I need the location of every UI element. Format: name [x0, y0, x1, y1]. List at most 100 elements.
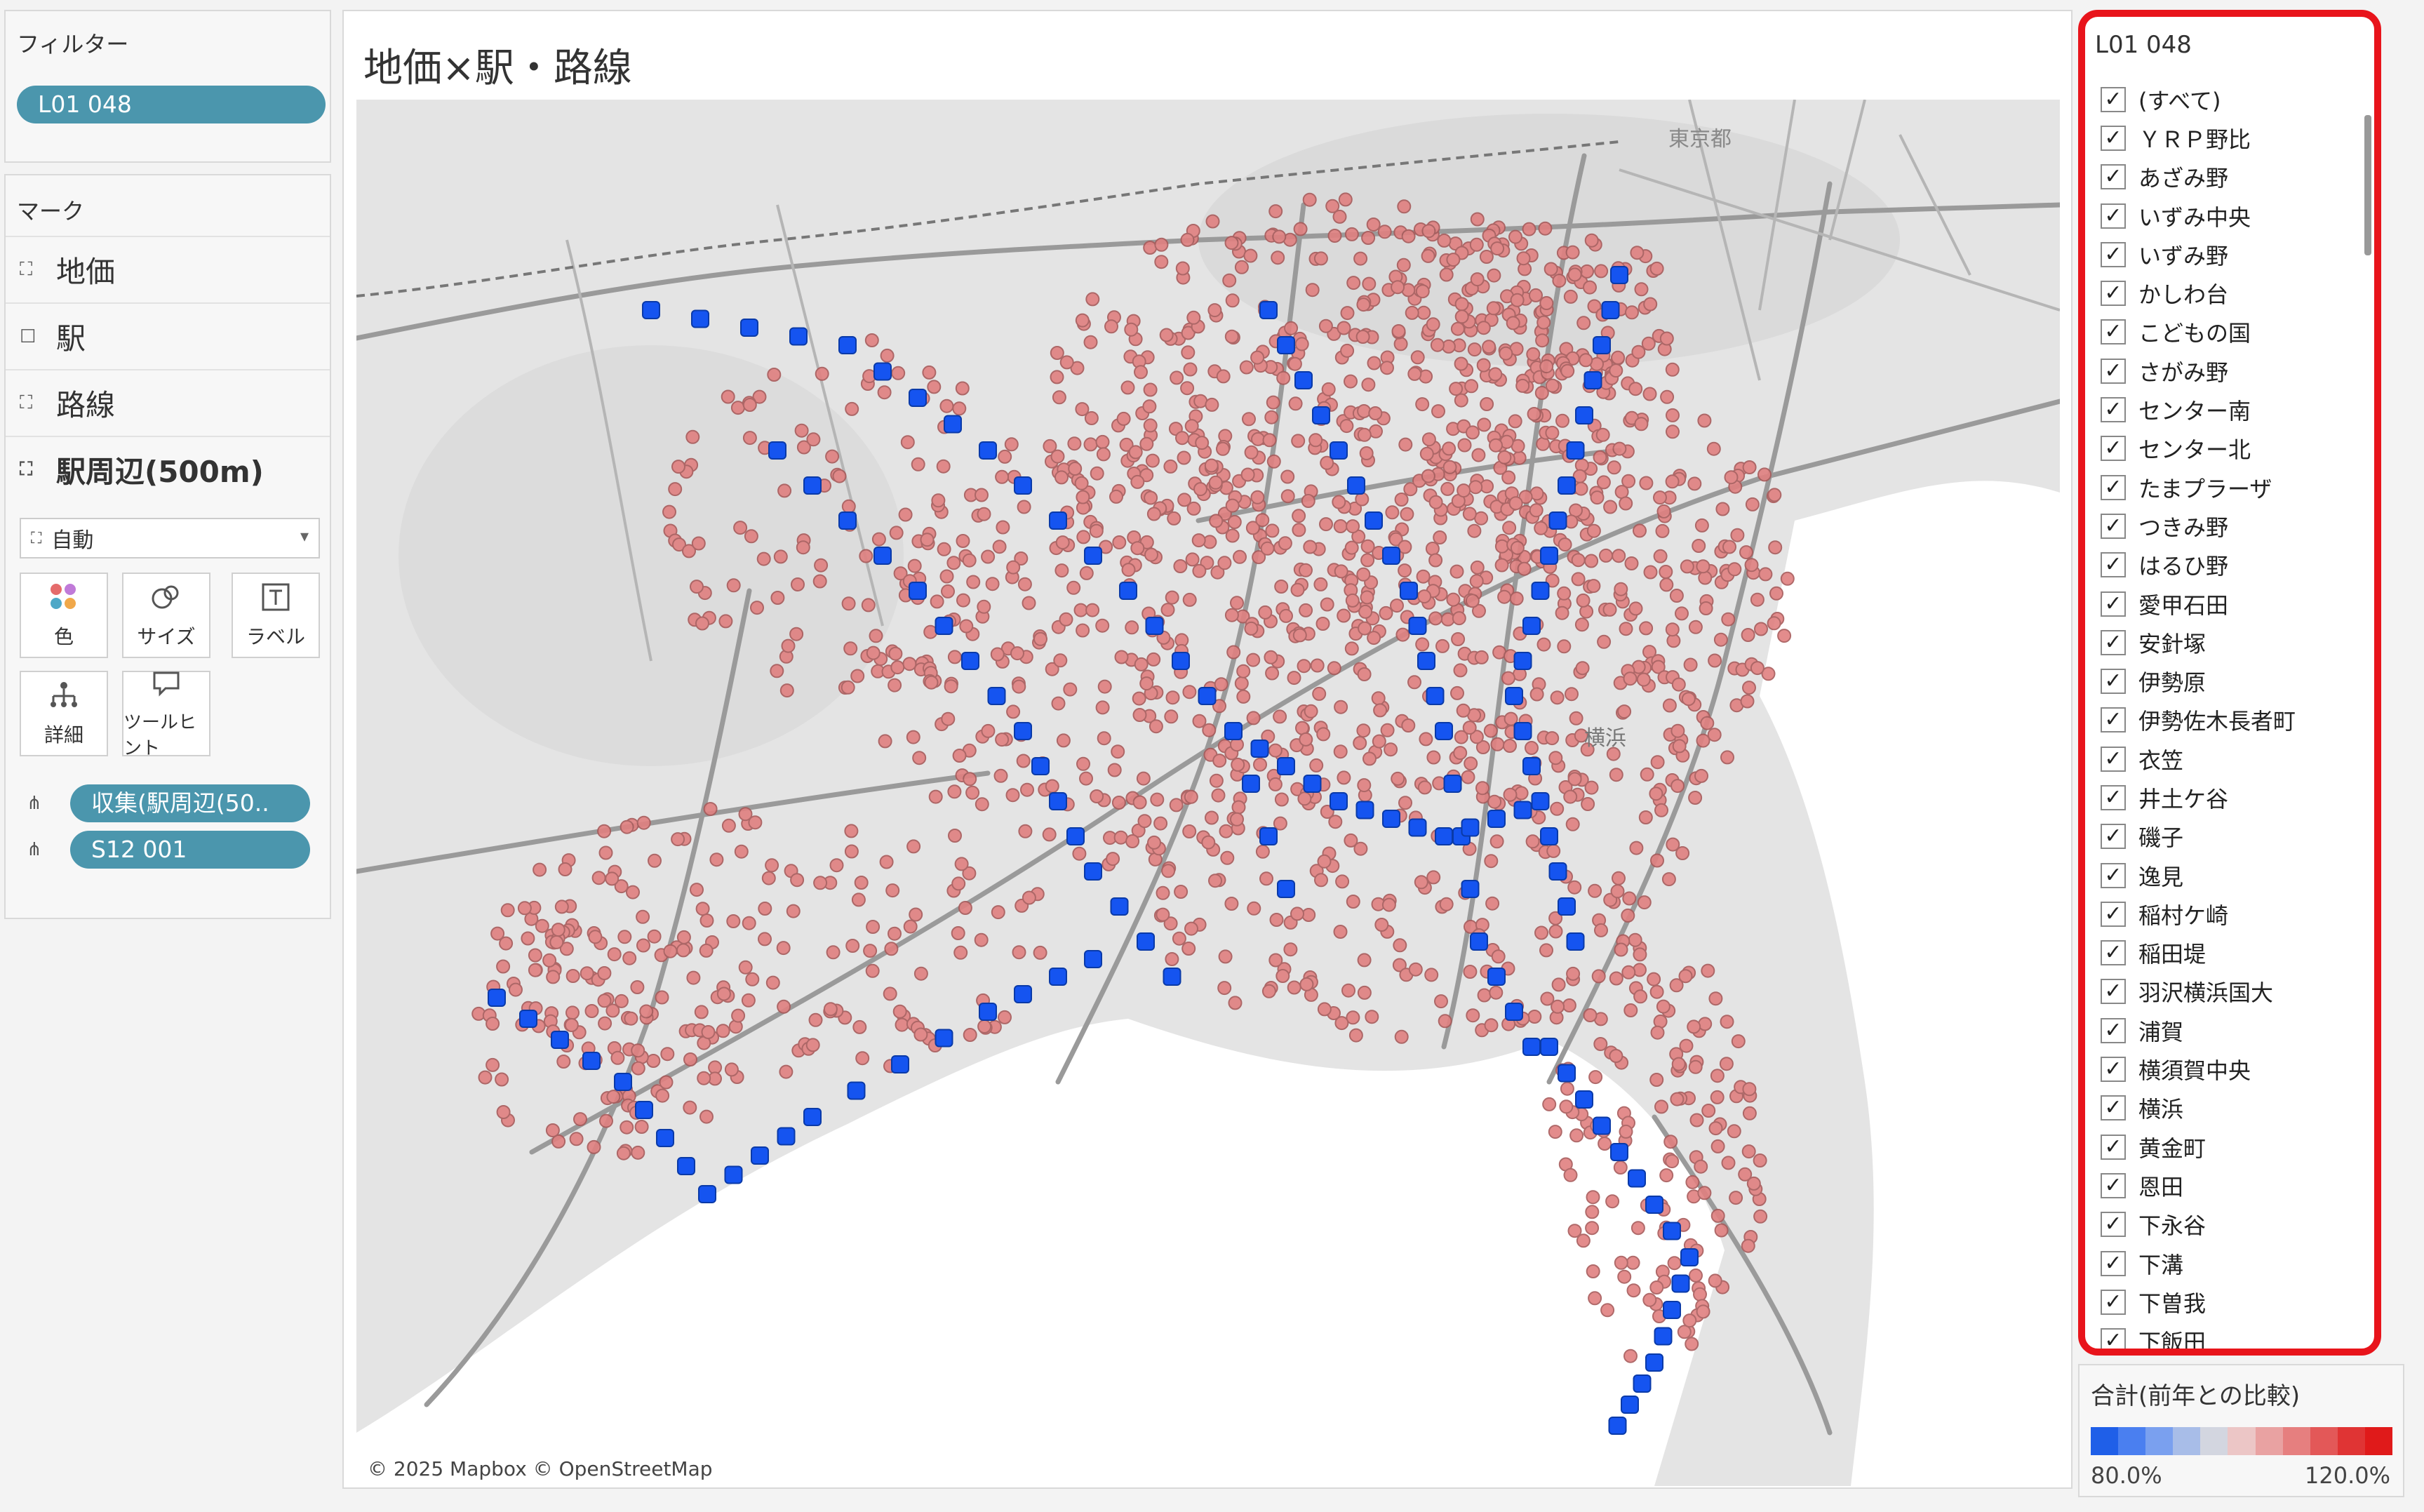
filter-list-item[interactable]: ✓ 下飯田	[2101, 1322, 2367, 1349]
map-view[interactable]: 東京都 横浜 © 2025 Mapbox © OpenStreetMap	[356, 100, 2060, 1486]
filter-list-item[interactable]: ✓ 安針塚	[2101, 623, 2367, 662]
filter-list-item[interactable]: ✓ 黄金町	[2101, 1128, 2367, 1166]
land-price-point	[1426, 870, 1441, 885]
checkbox-checked-icon[interactable]: ✓	[2101, 513, 2126, 539]
station-point	[1548, 511, 1567, 530]
marks-layer-station-area[interactable]: ⛶ 駅周辺(500m)	[6, 436, 330, 502]
land-price-point	[1379, 606, 1393, 620]
filter-list-item[interactable]: ✓ 羽沢横浜国大	[2101, 972, 2367, 1011]
checkbox-checked-icon[interactable]: ✓	[2101, 86, 2126, 112]
checkbox-checked-icon[interactable]: ✓	[2101, 358, 2126, 384]
marks-layer-line[interactable]: ⛶ 路線	[6, 369, 330, 436]
filter-list-item[interactable]: ✓ 衣笠	[2101, 740, 2367, 778]
checkbox-checked-icon[interactable]: ✓	[2101, 1289, 2126, 1315]
checkbox-checked-icon[interactable]: ✓	[2101, 436, 2126, 462]
filter-list-item[interactable]: ✓ 稲村ケ崎	[2101, 895, 2367, 933]
checkbox-checked-icon[interactable]: ✓	[2101, 979, 2126, 1005]
filter-list-item[interactable]: ✓ 伊勢原	[2101, 662, 2367, 700]
checkbox-checked-icon[interactable]: ✓	[2101, 552, 2126, 578]
filter-list-item[interactable]: ✓ あざみ野	[2101, 158, 2367, 196]
land-price-point	[1265, 666, 1280, 681]
filter-list-item[interactable]: ✓ (すべて)	[2101, 80, 2367, 119]
checkbox-checked-icon[interactable]: ✓	[2101, 1212, 2126, 1238]
filter-list-item[interactable]: ✓ はるひ野	[2101, 546, 2367, 584]
tooltip-button[interactable]: ツールヒント	[122, 671, 210, 759]
filter-list-item[interactable]: ✓ 井土ケ谷	[2101, 778, 2367, 817]
checkbox-checked-icon[interactable]: ✓	[2101, 241, 2126, 267]
marks-layer-land-price[interactable]: ⛶ 地価	[6, 236, 330, 302]
filter-list-item[interactable]: ✓ かしわ台	[2101, 274, 2367, 312]
checkbox-checked-icon[interactable]: ✓	[2101, 1095, 2126, 1121]
land-price-point	[1426, 750, 1441, 765]
detail-button[interactable]: 詳細	[20, 671, 108, 756]
label-button[interactable]: ラベル	[232, 573, 320, 658]
land-price-point	[1640, 767, 1654, 782]
checkbox-checked-icon[interactable]: ✓	[2101, 669, 2126, 695]
legend-ramp[interactable]	[2091, 1427, 2393, 1455]
checkbox-checked-icon[interactable]: ✓	[2101, 1250, 2126, 1276]
filter-list-item[interactable]: ✓ 伊勢佐木長者町	[2101, 701, 2367, 740]
filter-list-item[interactable]: ✓ 磯子	[2101, 817, 2367, 856]
marks-layer-station[interactable]: ☐ 駅	[6, 302, 330, 369]
detail-pill[interactable]: 収集(駅周辺(50..	[70, 784, 310, 822]
checkbox-checked-icon[interactable]: ✓	[2101, 1134, 2126, 1160]
filter-list-item[interactable]: ✓ ＹＲＰ野比	[2101, 119, 2367, 157]
size-button[interactable]: サイズ	[122, 573, 210, 658]
filter-scrollbar[interactable]	[2364, 115, 2371, 255]
filter-list-item[interactable]: ✓ 下溝	[2101, 1244, 2367, 1283]
checkbox-checked-icon[interactable]: ✓	[2101, 125, 2126, 151]
filter-list-item[interactable]: ✓ 浦賀	[2101, 1011, 2367, 1050]
filter-list-item[interactable]: ✓ さがみ野	[2101, 352, 2367, 390]
color-button[interactable]: 色	[20, 573, 108, 658]
checkbox-checked-icon[interactable]: ✓	[2101, 397, 2126, 423]
checkbox-checked-icon[interactable]: ✓	[2101, 707, 2126, 733]
detail-pill[interactable]: S12 001	[70, 831, 310, 869]
checkbox-checked-icon[interactable]: ✓	[2101, 940, 2126, 966]
checkbox-checked-icon[interactable]: ✓	[2101, 901, 2126, 927]
map-canvas[interactable]: 東京都 横浜	[356, 100, 2060, 1486]
checkbox-checked-icon[interactable]: ✓	[2101, 862, 2126, 888]
filter-list-item[interactable]: ✓ いずみ中央	[2101, 196, 2367, 235]
checkbox-checked-icon[interactable]: ✓	[2101, 784, 2126, 810]
checkbox-checked-icon[interactable]: ✓	[2101, 1172, 2126, 1198]
checkbox-checked-icon[interactable]: ✓	[2101, 1057, 2126, 1083]
filter-list-item[interactable]: ✓ センター南	[2101, 390, 2367, 429]
checkbox-checked-icon[interactable]: ✓	[2101, 591, 2126, 617]
checkbox-checked-icon[interactable]: ✓	[2101, 474, 2126, 500]
filter-list-item[interactable]: ✓ 愛甲石田	[2101, 584, 2367, 623]
filter-list-item[interactable]: ✓ いずみ野	[2101, 235, 2367, 274]
checkbox-checked-icon[interactable]: ✓	[2101, 319, 2126, 345]
filter-list-item[interactable]: ✓ 稲田堤	[2101, 934, 2367, 972]
filter-list-item[interactable]: ✓ こどもの国	[2101, 313, 2367, 352]
land-price-point	[1004, 437, 1019, 452]
land-price-point	[1619, 1124, 1633, 1139]
filter-list-item[interactable]: ✓ 恩田	[2101, 1166, 2367, 1205]
land-price-point	[1268, 953, 1283, 968]
filter-pill[interactable]: L01 048	[17, 86, 326, 123]
land-price-point	[1649, 984, 1664, 999]
checkbox-checked-icon[interactable]: ✓	[2101, 1017, 2126, 1043]
checkbox-checked-icon[interactable]: ✓	[2101, 203, 2126, 229]
filter-list-item[interactable]: ✓ 下曽我	[2101, 1283, 2367, 1321]
checkbox-checked-icon[interactable]: ✓	[2101, 164, 2126, 190]
checkbox-checked-icon[interactable]: ✓	[2101, 629, 2126, 655]
land-price-point	[1434, 994, 1448, 1009]
land-price-point	[1469, 574, 1484, 589]
map-attribution[interactable]: © 2025 Mapbox © OpenStreetMap	[363, 1457, 717, 1480]
land-price-point	[1181, 942, 1196, 956]
filter-list-item[interactable]: ✓ たまプラーザ	[2101, 468, 2367, 507]
checkbox-checked-icon[interactable]: ✓	[2101, 281, 2126, 307]
mark-type-dropdown[interactable]: ⛶ 自動 ▾	[20, 518, 320, 558]
filter-list-item[interactable]: ✓ センター北	[2101, 429, 2367, 468]
checkbox-checked-icon[interactable]: ✓	[2101, 1328, 2126, 1349]
filter-list-item-label: 下溝	[2138, 1251, 2184, 1278]
filter-list-item[interactable]: ✓ つきみ野	[2101, 507, 2367, 545]
filter-list-item[interactable]: ✓ 横須賀中央	[2101, 1050, 2367, 1088]
filter-list-item[interactable]: ✓ 横浜	[2101, 1089, 2367, 1128]
checkbox-checked-icon[interactable]: ✓	[2101, 746, 2126, 772]
land-price-point	[1435, 638, 1449, 653]
land-price-point	[1557, 586, 1572, 601]
filter-list-item[interactable]: ✓ 下永谷	[2101, 1205, 2367, 1244]
checkbox-checked-icon[interactable]: ✓	[2101, 824, 2126, 850]
filter-list-item[interactable]: ✓ 逸見	[2101, 856, 2367, 895]
